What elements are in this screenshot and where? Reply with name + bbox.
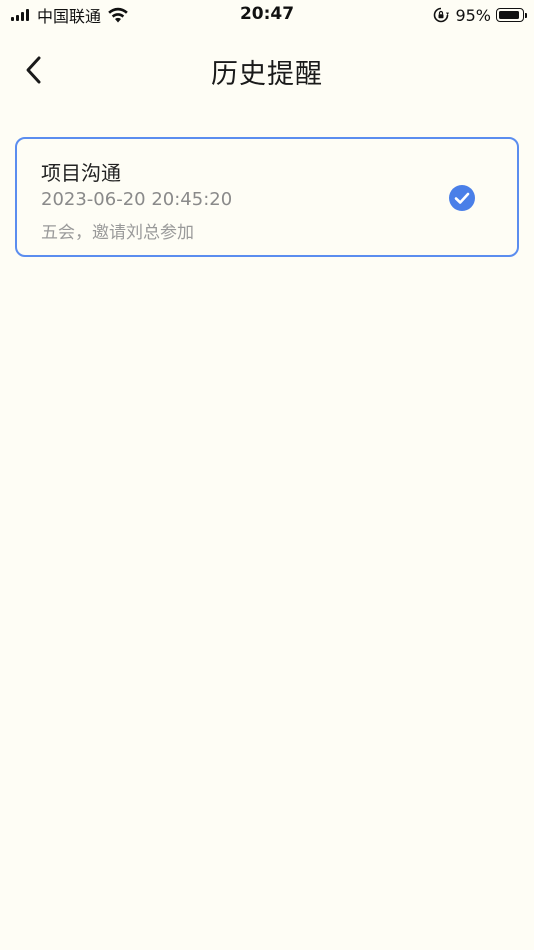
reminder-description: 五会，邀请刘总参加 (41, 223, 194, 243)
status-bar-right: 95% (433, 5, 527, 25)
battery-percent: 95% (455, 5, 491, 25)
reminder-card[interactable]: 项目沟通 2023-06-20 20:45:20 五会，邀请刘总参加 (15, 137, 519, 257)
battery-icon (496, 8, 527, 22)
reminder-title: 项目沟通 (41, 161, 121, 185)
nav-bar: 历史提醒 (0, 40, 534, 100)
page-title: 历史提醒 (211, 59, 323, 90)
battery-fill (499, 11, 519, 19)
check-circle-icon[interactable] (449, 185, 475, 211)
status-bar: 中国联通 20:47 95% (0, 0, 534, 30)
rotation-lock-icon (434, 7, 450, 23)
reminder-datetime: 2023-06-20 20:45:20 (41, 189, 233, 210)
